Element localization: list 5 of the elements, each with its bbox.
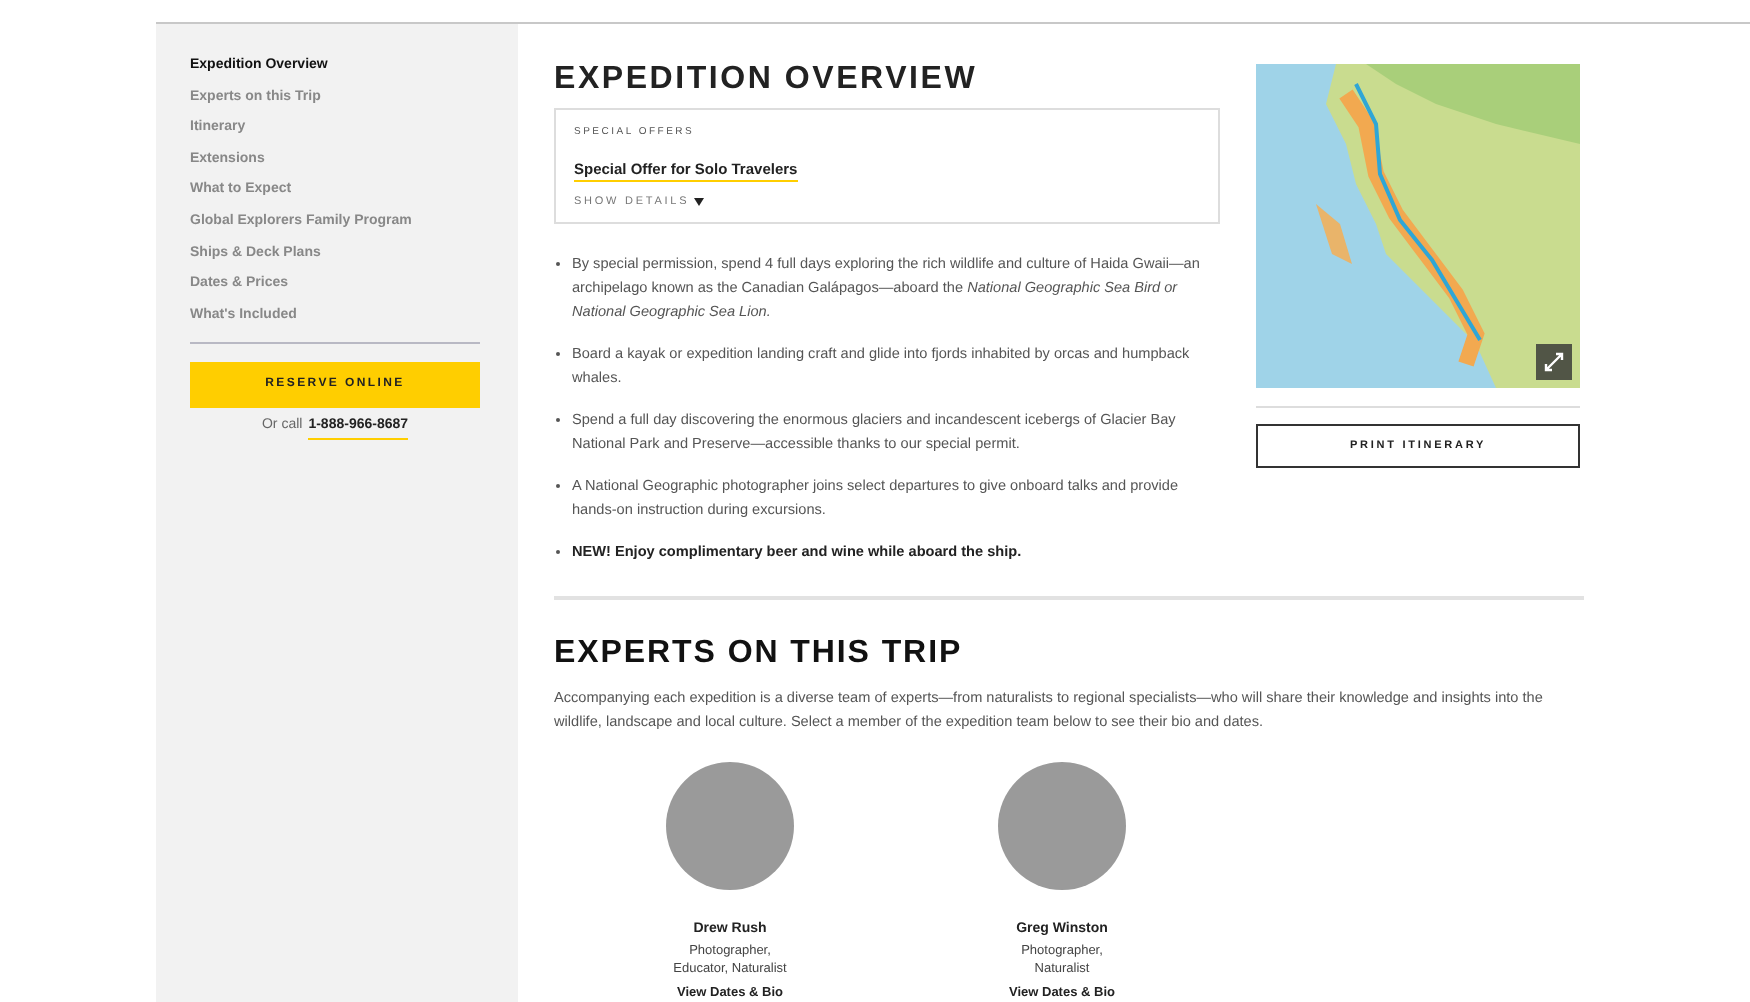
expand-button[interactable] <box>1536 344 1572 380</box>
caret-icon <box>693 197 704 206</box>
section-heading: EXPEDITION OVERVIEW <box>554 60 980 100</box>
section-heading: EXPERTS ON THIS TRIP <box>554 633 965 674</box>
expand-icon <box>1544 352 1564 372</box>
